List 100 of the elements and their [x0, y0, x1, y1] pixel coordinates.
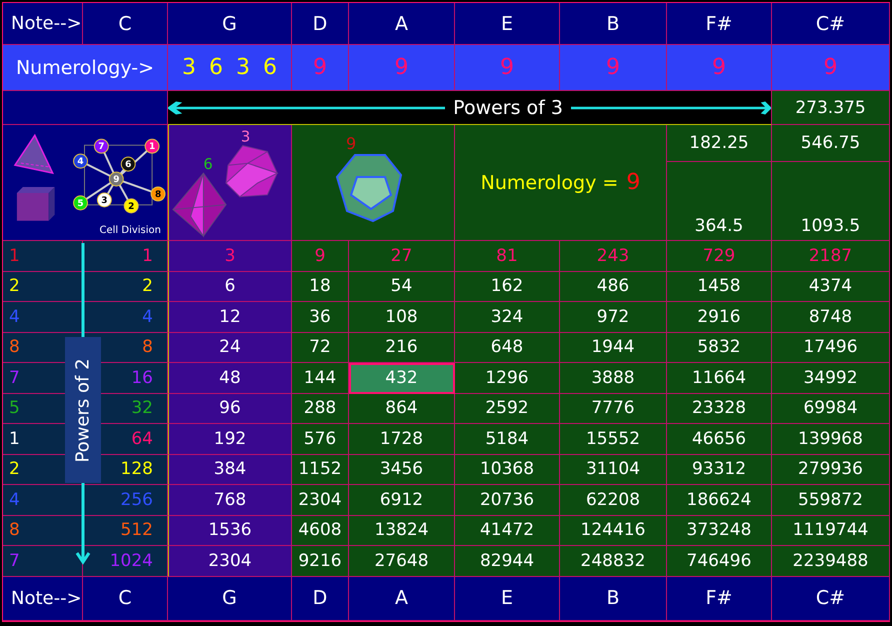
table-cell: 27648 — [349, 546, 455, 576]
table-cell: 864 — [349, 394, 455, 424]
table-cell: 96 — [168, 394, 292, 424]
table-cell: 432 — [349, 363, 455, 394]
node-number: 5 — [77, 198, 84, 209]
node-number: 6 — [125, 160, 132, 170]
numerology-value: 9 — [394, 55, 408, 80]
table-cell: 243 — [560, 241, 667, 272]
note-footer: C — [83, 576, 168, 620]
table-cell: 41472 — [455, 516, 560, 546]
power-of-two: 256 — [120, 490, 153, 510]
table-cell: 81 — [455, 241, 560, 272]
row-label: Note--> — [3, 3, 83, 45]
table-cell: 11664 — [667, 363, 772, 394]
table-cell: 2239488 — [772, 546, 890, 576]
table-cell: 559872 — [772, 485, 890, 516]
note-footer: A — [349, 576, 455, 620]
powers-of-2-label: Powers of 2 — [65, 337, 101, 483]
digit-root: 4 — [9, 490, 20, 510]
table-cell: 23328 — [667, 394, 772, 424]
table-cell: 24 — [168, 332, 292, 363]
table-cell: 54 — [349, 272, 455, 302]
table-cell: 7776 — [560, 394, 667, 424]
table-cell: 186624 — [667, 485, 772, 516]
table-cell: 3456 — [349, 454, 455, 485]
power-of-two: 64 — [131, 428, 153, 449]
table-cell: 576 — [292, 424, 349, 454]
table-cell: 216 — [349, 332, 455, 363]
table-cell: 4608 — [292, 516, 349, 546]
numerology-value: 9 — [313, 55, 327, 80]
table-cell: 2304 — [168, 546, 292, 576]
table-cell: 62208 — [560, 485, 667, 516]
table-cell: 12 — [168, 302, 292, 332]
node-number: 8 — [154, 190, 162, 200]
table-cell: 72 — [292, 332, 349, 363]
row-label: Numerology-> — [3, 45, 168, 91]
note-header: E — [455, 3, 560, 45]
table-cell: 1728 — [349, 424, 455, 454]
table-cell: 1944 — [560, 332, 667, 363]
table-cell: 2187 — [772, 241, 890, 272]
table-cell: 2916 — [667, 302, 772, 332]
node-number: 3 — [101, 196, 108, 206]
node-number: 4 — [77, 157, 84, 168]
node-number: 1 — [148, 142, 156, 152]
digit-root: 1 — [9, 428, 20, 449]
table-cell: 546.75 — [772, 125, 889, 162]
table-cell: 1119744 — [772, 516, 890, 546]
note-header: C — [83, 3, 168, 45]
table-cell: 9216 — [292, 546, 349, 576]
note-header: A — [349, 3, 455, 45]
octahedron-drawing — [172, 172, 227, 238]
note-footer: E — [455, 576, 560, 620]
figure-number: 6 — [203, 156, 213, 174]
table-cell: 162 — [455, 272, 560, 302]
table-cell: 9 — [292, 241, 349, 272]
table-cell: 1152 — [292, 454, 349, 485]
table-cell: 18 — [292, 272, 349, 302]
table-cell: 384 — [168, 454, 292, 485]
table-cell: 3888 — [560, 363, 667, 394]
table-cell: 248832 — [560, 546, 667, 576]
power-of-two: 4 — [142, 306, 153, 327]
table-cell-text: 364.5 — [694, 215, 744, 238]
table-cell: 144 — [292, 363, 349, 394]
table-cell: 746496 — [667, 546, 772, 576]
table-cell: 1296 — [455, 363, 560, 394]
table-cell: 20736 — [455, 485, 560, 516]
numerology-value: 9 — [500, 55, 514, 80]
table-cell: 93312 — [667, 454, 772, 485]
table-cell: 182.25 — [667, 125, 771, 162]
table-cell: 82944 — [455, 546, 560, 576]
power-of-two: 32 — [131, 398, 153, 418]
table-cell: 139968 — [772, 424, 890, 454]
table-cell: 273.375 — [772, 91, 890, 125]
figure-number: 9 — [346, 134, 356, 153]
dodecahedron-drawing — [336, 154, 402, 222]
table-cell: 3 — [168, 241, 292, 272]
note-header: G — [168, 3, 292, 45]
table-cell: 10368 — [455, 454, 560, 485]
table-cell: 36 — [292, 302, 349, 332]
digit-root: 2 — [9, 276, 20, 296]
table-cell: 4374 — [772, 272, 890, 302]
digit-root: 8 — [9, 520, 20, 540]
note-footer: F# — [667, 576, 772, 620]
numerology-value: 9 — [606, 55, 620, 80]
numerology-label: Numerology = — [480, 172, 618, 194]
note-header: F# — [667, 3, 772, 45]
table-cell: 48 — [168, 363, 292, 394]
icosahedron-drawing — [225, 145, 278, 198]
digit-root: 2 — [9, 459, 20, 480]
digit-root: 7 — [9, 550, 20, 571]
table-cell: 279936 — [772, 454, 890, 485]
numerology-value: 9 — [824, 55, 838, 80]
note-header: D — [292, 3, 349, 45]
node-number: 9 — [113, 175, 120, 185]
digit-root: 8 — [9, 337, 20, 358]
table-cell: 972 — [560, 302, 667, 332]
table-cell: 768 — [168, 485, 292, 516]
table-cell: 324 — [455, 302, 560, 332]
table-cell: 46656 — [667, 424, 772, 454]
table-cell: 1536 — [168, 516, 292, 546]
